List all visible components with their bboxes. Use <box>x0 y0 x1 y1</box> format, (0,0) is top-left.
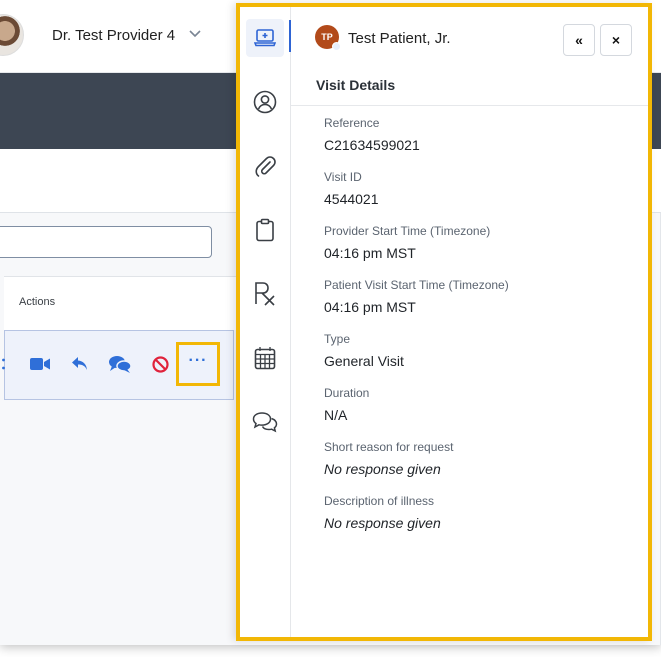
provider-name[interactable]: Dr. Test Provider 4 <box>52 27 175 44</box>
field-value: 04:16 pm MST <box>324 245 416 261</box>
chat-icon[interactable] <box>109 353 131 375</box>
field-label: Duration <box>324 386 370 400</box>
section-title: Visit Details <box>316 77 396 93</box>
more-icon: ··· <box>188 352 208 369</box>
field-value: 4544021 <box>324 191 379 207</box>
prescription-icon[interactable] <box>246 275 284 313</box>
user-circle-icon[interactable] <box>246 83 284 121</box>
field-label: Visit ID <box>324 170 362 184</box>
field-label: Description of illness <box>324 494 435 508</box>
calendar-icon[interactable] <box>246 339 284 377</box>
double-chevron-left-icon: « <box>575 32 583 48</box>
field-short-reason: Short reason for request No response giv… <box>324 440 634 478</box>
field-provider-start-time: Provider Start Time (Timezone) 04:16 pm … <box>324 224 634 262</box>
field-label: Reference <box>324 116 380 130</box>
search-input[interactable] <box>0 226 212 258</box>
field-label: Provider Start Time (Timezone) <box>324 224 491 238</box>
block-icon[interactable] <box>149 353 171 375</box>
video-icon[interactable] <box>29 353 51 375</box>
field-value: 04:16 pm MST <box>324 299 416 315</box>
field-reference: Reference C21634599021 <box>324 116 634 154</box>
reply-icon[interactable] <box>69 353 91 375</box>
close-panel-button[interactable]: × <box>600 24 632 56</box>
field-value: General Visit <box>324 353 404 369</box>
clipboard-icon[interactable] <box>246 211 284 249</box>
close-icon: × <box>611 32 621 48</box>
field-type: Type General Visit <box>324 332 634 370</box>
field-description-of-illness: Description of illness No response given <box>324 494 634 532</box>
field-duration: Duration N/A <box>324 386 634 424</box>
actions-column-header: Actions <box>19 296 56 308</box>
screen: Dr. Test Provider 4 Actions ··· TP Test … <box>0 0 661 657</box>
header-divider <box>291 105 648 106</box>
field-visit-id: Visit ID 4544021 <box>324 170 634 208</box>
field-patient-visit-start-time: Patient Visit Start Time (Timezone) 04:1… <box>324 278 634 316</box>
field-value: C21634599021 <box>324 137 420 153</box>
conversation-icon[interactable] <box>246 403 284 441</box>
patient-status-icon <box>332 42 341 51</box>
chevron-down-icon[interactable] <box>188 26 202 40</box>
patient-name: Test Patient, Jr. <box>348 30 451 47</box>
collapse-panel-button[interactable]: « <box>563 24 595 56</box>
more-actions-button[interactable]: ··· <box>176 342 220 386</box>
visit-details-panel: TP Test Patient, Jr. « × Visit Details R… <box>236 3 652 641</box>
row-handle-icon <box>2 358 5 370</box>
panel-icon-rail <box>240 7 291 637</box>
paperclip-icon[interactable] <box>246 147 284 185</box>
panel-content: TP Test Patient, Jr. « × Visit Details R… <box>291 7 648 637</box>
field-label: Type <box>324 332 351 346</box>
field-label: Patient Visit Start Time (Timezone) <box>324 278 509 292</box>
field-value: No response given <box>324 515 441 531</box>
field-label: Short reason for request <box>324 440 454 454</box>
field-value: N/A <box>324 407 348 423</box>
provider-avatar[interactable] <box>0 14 24 56</box>
field-value: No response given <box>324 461 441 477</box>
laptop-medical-icon[interactable] <box>246 19 284 57</box>
